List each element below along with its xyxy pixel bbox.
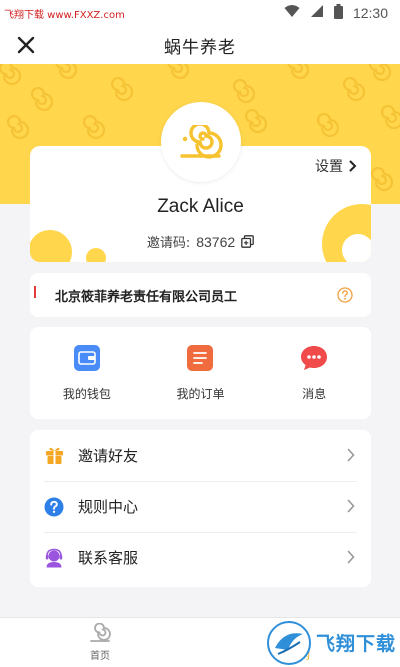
chevron-right-icon xyxy=(347,499,355,513)
question-icon xyxy=(44,497,64,517)
battery-icon xyxy=(333,3,343,23)
close-button[interactable] xyxy=(12,31,40,59)
close-icon xyxy=(17,36,35,54)
tab-home-label: 首页 xyxy=(90,651,110,662)
menu-item-invite-friends[interactable]: 邀请好友 xyxy=(30,430,371,481)
page-title: 蜗牛养老 xyxy=(164,37,236,58)
menu-card: 邀请好友 规则中心 联系客服 xyxy=(30,430,371,587)
wifi-icon xyxy=(284,4,300,22)
signal-icon xyxy=(310,4,324,22)
customer-service-icon xyxy=(44,548,64,568)
messages-button[interactable]: 消息 xyxy=(264,345,364,402)
help-icon[interactable] xyxy=(337,287,353,307)
wallet-button[interactable]: 我的钱包 xyxy=(37,344,137,402)
chevron-right-icon xyxy=(349,160,357,172)
wallet-label: 我的钱包 xyxy=(62,386,111,401)
watermark-logo xyxy=(267,620,311,665)
messages-label: 消息 xyxy=(302,386,327,401)
orders-label: 我的订单 xyxy=(176,386,225,401)
settings-label: 设置 xyxy=(315,159,343,175)
invite-code-label: 邀请码: xyxy=(146,236,191,251)
company-accent-mark xyxy=(34,286,36,298)
menu-item-label: 联系客服 xyxy=(78,549,139,567)
menu-item-customer-service[interactable]: 联系客服 xyxy=(30,532,371,583)
snail-logo-icon xyxy=(180,125,223,159)
quick-actions-card: 我的钱包 我的订单 消息 xyxy=(30,327,371,419)
status-bar: 飞翔下载 www.FXXZ.com 12:30 xyxy=(0,0,400,26)
invite-code-row: 邀请码: 83762 xyxy=(30,232,371,251)
copy-icon[interactable] xyxy=(241,235,255,248)
status-source-text: 飞翔下载 www.FXXZ.com xyxy=(4,9,125,21)
status-icons: 12:30 xyxy=(284,3,388,23)
menu-item-rules-center[interactable]: 规则中心 xyxy=(30,481,371,532)
wallet-icon xyxy=(73,344,100,371)
invite-code-value: 83762 xyxy=(196,233,236,250)
company-card: 北京筱菲养老责任有限公司员工 xyxy=(30,273,371,317)
company-name: 北京筱菲养老责任有限公司员工 xyxy=(55,289,238,305)
order-icon xyxy=(187,344,214,371)
menu-item-label: 邀请好友 xyxy=(78,447,139,465)
tab-home[interactable]: 首页 xyxy=(0,618,200,667)
settings-button[interactable]: 设置 xyxy=(315,156,357,176)
clock: 12:30 xyxy=(352,5,388,21)
nav-bar: 蜗牛养老 xyxy=(0,26,400,64)
chevron-right-icon xyxy=(347,550,355,564)
user-name: Zack Alice xyxy=(157,196,244,217)
watermark-text: 飞翔下载 xyxy=(316,633,397,655)
avatar[interactable] xyxy=(161,102,241,182)
orders-button[interactable]: 我的订单 xyxy=(150,344,250,402)
menu-item-label: 规则中心 xyxy=(78,498,139,516)
message-icon xyxy=(301,345,328,370)
watermark: 飞翔下载 xyxy=(266,618,396,667)
gift-icon xyxy=(44,446,64,466)
home-snail-icon xyxy=(90,623,111,642)
chevron-right-icon xyxy=(347,448,355,462)
